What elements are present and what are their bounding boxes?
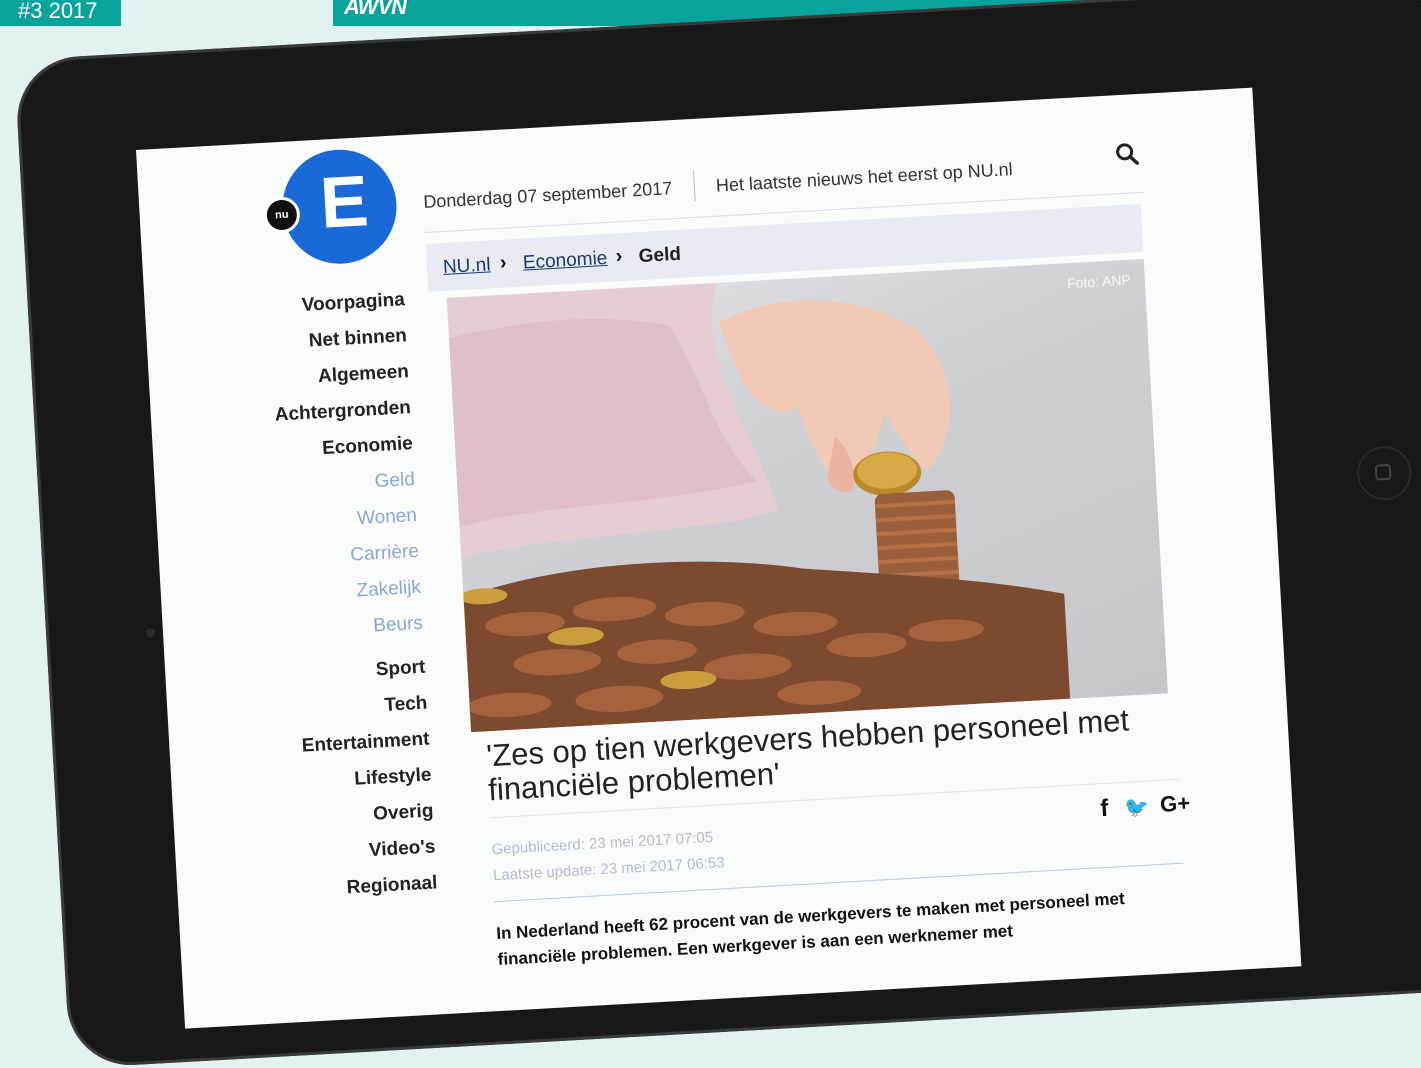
subnav-item-geld[interactable]: Geld (215, 469, 416, 502)
breadcrumb-home-link[interactable]: NU.nl (442, 254, 491, 279)
magazine-issue-label: #3 2017 (0, 0, 121, 26)
camera-icon (145, 628, 156, 638)
googleplus-icon[interactable]: G+ (1159, 790, 1190, 818)
article-photo[interactable]: Foto: ANP (446, 258, 1168, 733)
published-timestamp: Gepubliceerd: 23 mei 2017 07:05 (491, 828, 714, 859)
twitter-icon[interactable]: 🐦 (1124, 794, 1150, 820)
nav-item-algemeen[interactable]: Algemeen (209, 361, 410, 394)
home-button[interactable] (1355, 444, 1413, 502)
subnav-item-wonen[interactable]: Wonen (217, 505, 418, 538)
nav-item-achtergronden[interactable]: Achtergronden (211, 397, 412, 430)
chevron-right-icon: › (615, 245, 623, 268)
home-button-icon (1374, 463, 1392, 481)
subnav-item-carriere[interactable]: Carrière (219, 541, 420, 574)
site-tagline: Het laatste nieuws het eerst op NU.nl (715, 159, 1014, 196)
subnav-item-zakelijk[interactable]: Zakelijk (221, 577, 422, 610)
nav-item-voorpagina[interactable]: Voorpagina (205, 289, 406, 322)
nav-item-lifestyle[interactable]: Lifestyle (231, 765, 432, 798)
nav-item-economie[interactable]: Economie (213, 433, 414, 466)
nav-item-tech[interactable]: Tech (227, 693, 428, 726)
nav-item-entertainment[interactable]: Entertainment (229, 729, 430, 762)
search-icon[interactable] (1113, 140, 1140, 167)
subnav-item-beurs[interactable]: Beurs (223, 613, 424, 646)
chevron-right-icon: › (499, 251, 508, 274)
nav-item-videos[interactable]: Video's (235, 836, 436, 869)
breadcrumb-current: Geld (638, 243, 682, 268)
breadcrumb-section-link[interactable]: Economie (522, 248, 608, 275)
current-date: Donderdag 07 september 2017 (422, 178, 673, 213)
nav-item-overig[interactable]: Overig (233, 800, 434, 833)
magazine-logo: AWVN (344, 0, 407, 19)
coins-illustration (446, 282, 1071, 733)
updated-timestamp: Laatste update: 23 mei 2017 06:53 (492, 854, 726, 885)
site-logo-letter: E (318, 161, 371, 244)
nav-item-sport[interactable]: Sport (225, 657, 426, 690)
nav-item-net-binnen[interactable]: Net binnen (207, 325, 408, 358)
header-divider (693, 170, 696, 201)
facebook-icon[interactable]: f (1100, 795, 1110, 823)
tablet-screen: E nu Donderdag 07 september 2017 Het laa… (136, 87, 1302, 1029)
nav-item-regionaal[interactable]: Regionaal (237, 872, 438, 905)
